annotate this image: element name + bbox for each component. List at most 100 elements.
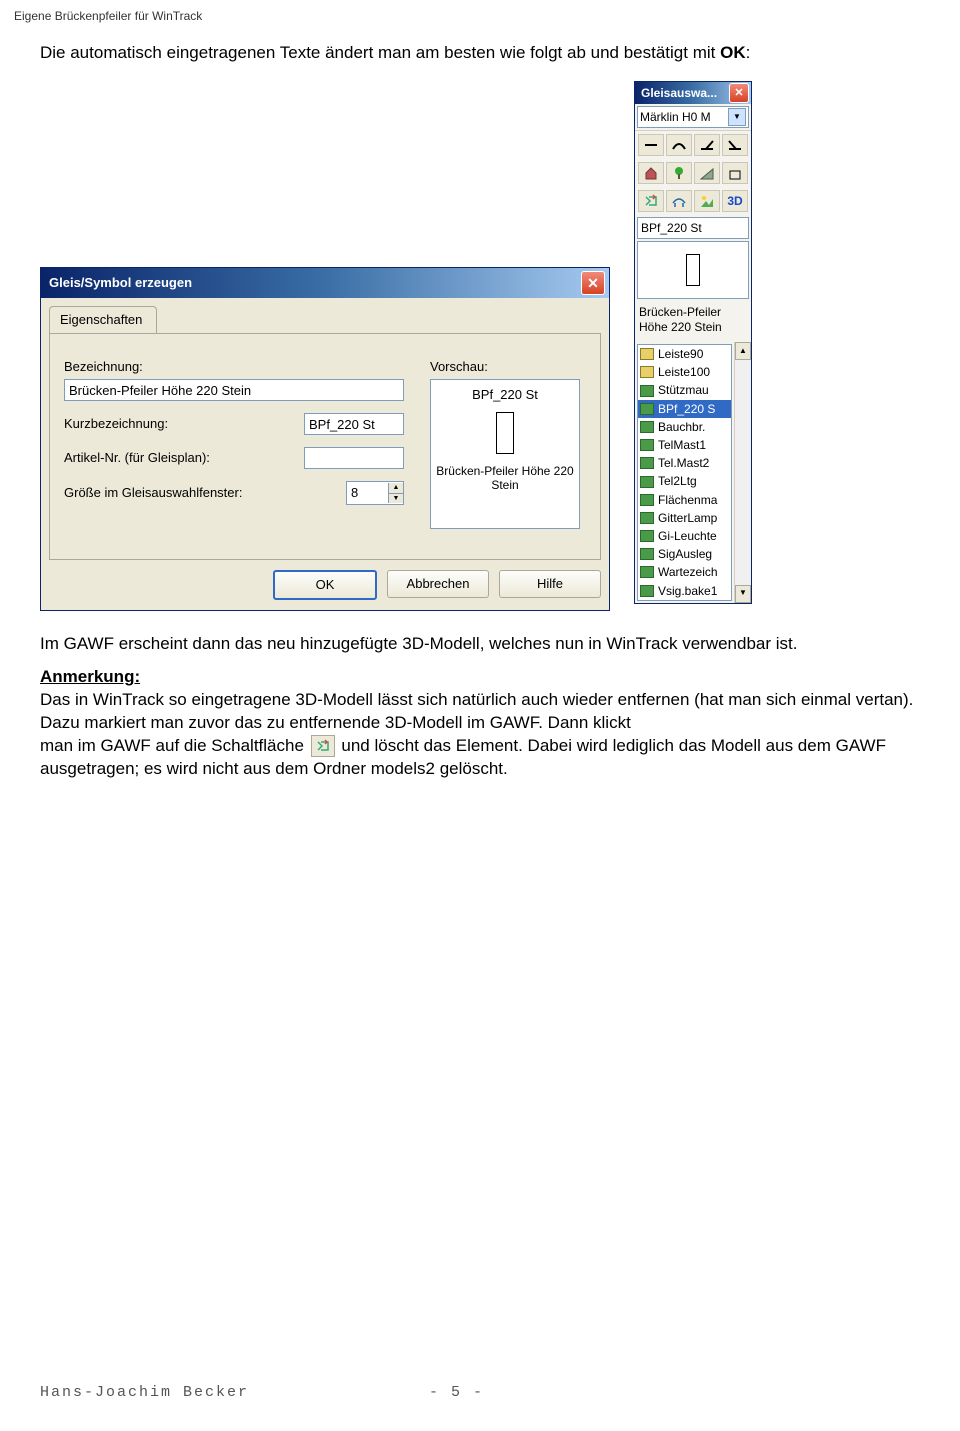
list-item-icon xyxy=(640,385,654,397)
list-item[interactable]: Wartezeich xyxy=(638,563,731,581)
close-icon[interactable]: ✕ xyxy=(581,271,605,295)
list-item-label: Leiste100 xyxy=(658,364,710,380)
3d-button[interactable]: 3D xyxy=(722,190,748,212)
input-groesse-value: 8 xyxy=(347,484,388,502)
house-icon[interactable] xyxy=(638,162,664,184)
note-heading: Anmerkung: xyxy=(40,667,140,686)
input-kurzbezeichnung[interactable] xyxy=(304,413,404,435)
list-item-icon xyxy=(640,403,654,415)
list-item-icon xyxy=(640,494,654,506)
text: : xyxy=(746,43,751,62)
list-item-label: GitterLamp xyxy=(658,510,717,526)
footer-page: - 5 - xyxy=(429,1383,484,1403)
bridge-icon[interactable] xyxy=(666,190,692,212)
toolbar-row-3: 3D xyxy=(635,187,751,215)
list-item-icon xyxy=(640,512,654,524)
switch-right-icon[interactable] xyxy=(722,134,748,156)
list-item-label: Leiste90 xyxy=(658,346,703,362)
delete-tool-icon[interactable] xyxy=(638,190,664,212)
structure-icon[interactable] xyxy=(722,162,748,184)
list-item[interactable]: TelMast1 xyxy=(638,436,731,454)
list-item-label: BPf_220 S xyxy=(658,401,715,417)
input-artikelnr[interactable] xyxy=(304,447,404,469)
list-item[interactable]: Bauchbr. xyxy=(638,418,731,436)
scroll-down-icon[interactable]: ▼ xyxy=(735,585,751,603)
label-bezeichnung: Bezeichnung: xyxy=(64,358,404,376)
spin-up-icon[interactable]: ▲ xyxy=(388,483,403,493)
help-button[interactable]: Hilfe xyxy=(499,570,601,598)
list-item[interactable]: GitterLamp xyxy=(638,509,731,527)
scroll-track[interactable] xyxy=(735,360,751,585)
list-item[interactable]: Stützmau xyxy=(638,381,731,399)
toolbar-row-2 xyxy=(635,159,751,187)
scrollbar[interactable]: ▲ ▼ xyxy=(734,342,751,603)
list-item-icon xyxy=(640,457,654,469)
label-artikelnr: Artikel-Nr. (für Gleisplan): xyxy=(64,449,210,467)
list-item[interactable]: Tel2Ltg xyxy=(638,472,731,490)
palette-description: Brücken-Pfeiler Höhe 220 Stein xyxy=(635,301,751,342)
list-item-icon xyxy=(640,439,654,451)
chevron-down-icon[interactable]: ▼ xyxy=(728,108,746,126)
dialog-title: Gleis/Symbol erzeugen xyxy=(49,274,581,292)
spin-down-icon[interactable]: ▼ xyxy=(388,494,403,503)
list-item-icon xyxy=(640,585,654,597)
list-item-icon xyxy=(640,476,654,488)
list-item-label: Vsig.bake1 xyxy=(658,583,717,599)
list-item-label: Tel.Mast2 xyxy=(658,455,709,471)
list-item-icon xyxy=(640,421,654,433)
list-item[interactable]: Gi-Leuchte xyxy=(638,527,731,545)
palette-titlebar[interactable]: Gleisauswa... ✕ xyxy=(635,82,751,104)
text: man im GAWF auf die Schaltfläche xyxy=(40,736,304,755)
straight-track-icon[interactable] xyxy=(638,134,664,156)
system-combobox[interactable]: Märklin H0 M ▼ xyxy=(637,106,749,128)
switch-left-icon[interactable] xyxy=(694,134,720,156)
pillar-symbol-icon xyxy=(496,412,514,454)
ok-bold: OK xyxy=(720,43,746,62)
paragraph-result: Im GAWF erscheint dann das neu hinzugefü… xyxy=(40,633,920,656)
preview-long-label: Brücken-Pfeiler Höhe 220 Stein xyxy=(431,464,579,493)
scenery-icon[interactable] xyxy=(694,190,720,212)
footer-author: Hans-Joachim Becker xyxy=(40,1383,249,1403)
list-item-label: Stützmau xyxy=(658,382,709,398)
page-footer: Hans-Joachim Becker - 5 - xyxy=(40,1383,920,1403)
tab-eigenschaften[interactable]: Eigenschaften xyxy=(49,306,157,333)
list-item[interactable]: SigAusleg xyxy=(638,545,731,563)
intro-paragraph: Die automatisch eingetragenen Texte ände… xyxy=(40,42,920,65)
ok-button[interactable]: OK xyxy=(273,570,377,600)
toolbar-row-1 xyxy=(635,131,751,159)
list-item-icon xyxy=(640,566,654,578)
scroll-up-icon[interactable]: ▲ xyxy=(735,342,751,360)
input-groesse[interactable]: 8 ▲ ▼ xyxy=(346,481,404,505)
input-bezeichnung[interactable] xyxy=(64,379,404,401)
preview-short-label: BPf_220 St xyxy=(431,386,579,404)
palette-title: Gleisauswa... xyxy=(641,85,729,101)
dialog-gleis-symbol-erzeugen: Gleis/Symbol erzeugen ✕ Eigenschaften Be… xyxy=(40,267,610,611)
curve-track-icon[interactable] xyxy=(666,134,692,156)
text: Das in WinTrack so eingetragene 3D-Model… xyxy=(40,690,913,732)
palette-short-input[interactable]: BPf_220 St xyxy=(637,217,749,239)
tree-icon[interactable] xyxy=(666,162,692,184)
list-item-label: Flächenma xyxy=(658,492,717,508)
list-item-label: Bauchbr. xyxy=(658,419,705,435)
symbol-list[interactable]: Leiste90 Leiste100 Stützmau BPf_220 S Bauchb… xyxy=(637,344,732,601)
list-item-icon xyxy=(640,530,654,542)
text: Die automatisch eingetragenen Texte ände… xyxy=(40,43,720,62)
list-item[interactable]: Leiste100 xyxy=(638,363,731,381)
list-item[interactable]: Leiste90 xyxy=(638,345,731,363)
list-item[interactable]: Tel.Mast2 xyxy=(638,454,731,472)
preview-box: BPf_220 St Brücken-Pfeiler Höhe 220 Stei… xyxy=(430,379,580,529)
cancel-button[interactable]: Abbrechen xyxy=(387,570,489,598)
palette-preview xyxy=(637,241,749,299)
slope-icon[interactable] xyxy=(694,162,720,184)
dialog-titlebar[interactable]: Gleis/Symbol erzeugen ✕ xyxy=(41,268,609,298)
list-item-icon xyxy=(640,348,654,360)
list-item-icon xyxy=(640,548,654,560)
list-item-label: SigAusleg xyxy=(658,546,712,562)
close-icon[interactable]: ✕ xyxy=(729,83,749,103)
system-combobox-value: Märklin H0 M xyxy=(640,109,711,125)
list-item[interactable]: BPf_220 S xyxy=(638,400,731,418)
delete-tool-icon xyxy=(311,735,335,757)
list-item-icon xyxy=(640,366,654,378)
list-item[interactable]: Flächenma xyxy=(638,491,731,509)
list-item[interactable]: Vsig.bake1 xyxy=(638,582,731,600)
